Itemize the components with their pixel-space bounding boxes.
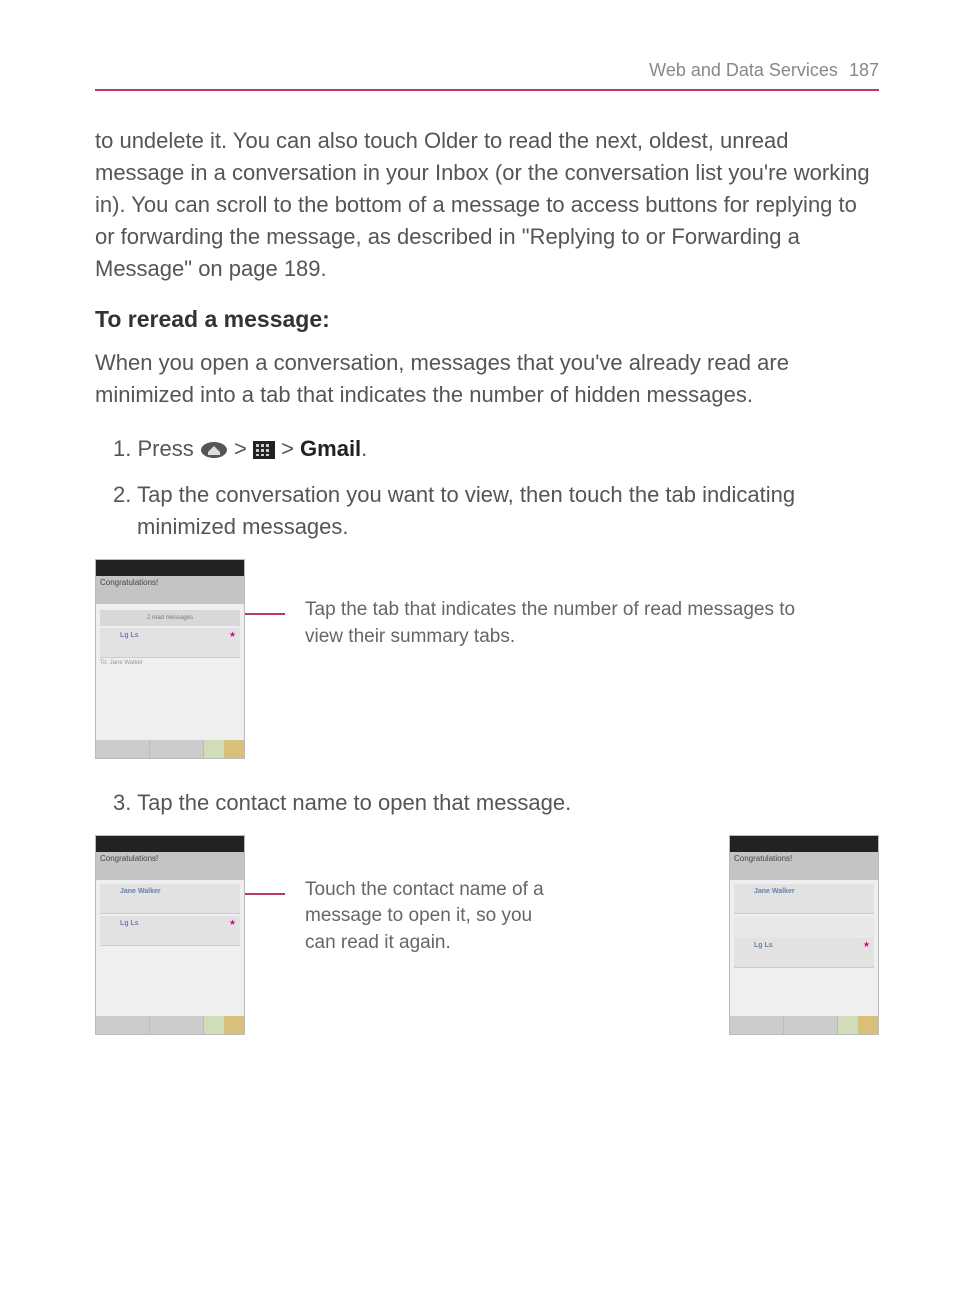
step-2-text: Tap the conversation you want to view, t…: [137, 482, 795, 539]
thumb-title-2: Congratulations!: [96, 852, 244, 880]
callout-2: Touch the contact name of a message to o…: [305, 877, 565, 957]
home-icon: [200, 441, 228, 459]
thumb-statusbar: [96, 560, 244, 576]
thumb-title-1: Congratulations!: [96, 576, 244, 604]
thumb-body-1: 2 read messages Lg Ls ★ To: Jane Walker: [96, 604, 244, 740]
thumb-opened-msg: [734, 916, 874, 938]
thumb-next-icon: [224, 1016, 244, 1034]
callout-connector-2: [245, 893, 285, 895]
step-1-sep2: >: [281, 436, 300, 461]
step-3-number: 3.: [113, 790, 131, 815]
step-1-period: .: [361, 436, 367, 461]
thumb-title-3: Congratulations!: [730, 852, 878, 880]
step-3-text: Tap the contact name to open that messag…: [137, 790, 571, 815]
thumb-contact-name: Jane Walker: [754, 888, 795, 895]
thumb-star-icon: ★: [229, 918, 236, 927]
thumb-toolbar-3: [730, 1016, 878, 1034]
thumb-msg-row: Lg Ls ★: [734, 938, 874, 968]
thumb-statusbar: [730, 836, 878, 852]
thumb-prev-icon: [838, 1016, 858, 1034]
steps-list-2: 3. Tap the contact name to open that mes…: [113, 787, 879, 819]
thumb-btn: [730, 1016, 784, 1034]
step-1-app: Gmail: [300, 436, 361, 461]
thumb-contact-row: Jane Walker: [100, 884, 240, 914]
thumb-statusbar: [96, 836, 244, 852]
sub-paragraph: When you open a conversation, messages t…: [95, 347, 879, 411]
thumb-btn: [784, 1016, 838, 1034]
screenshot-3: Congratulations! Jane Walker Lg Ls ★: [729, 835, 879, 1035]
thumb-body-2: Jane Walker Lg Ls ★: [96, 880, 244, 1016]
callout-connector-1: [245, 613, 285, 615]
thumb-msg-row: Lg Ls ★: [100, 916, 240, 946]
step-1: 1. Press > > Gmail.: [113, 433, 879, 465]
subheading: To reread a message:: [95, 306, 879, 333]
thumb-star-icon: ★: [863, 940, 870, 949]
figure-row-1: Congratulations! 2 read messages Lg Ls ★…: [95, 559, 879, 759]
thumb-next-icon: [224, 740, 244, 758]
step-3: 3. Tap the contact name to open that mes…: [113, 787, 879, 819]
page-number: 187: [849, 60, 879, 80]
thumb-btn: [150, 1016, 204, 1034]
thumb-btn: [96, 1016, 150, 1034]
thumb-btn: [150, 740, 204, 758]
step-1-number: 1.: [113, 436, 131, 461]
thumb-to: To: Jane Walker: [100, 660, 240, 666]
thumb-contact-row: Jane Walker: [734, 884, 874, 914]
thumb-body-3: Jane Walker Lg Ls ★: [730, 880, 878, 1016]
thumb-sender: Lg Ls: [754, 942, 773, 949]
steps-list: 1. Press > > Gmail. 2. Tap the conversat…: [113, 433, 879, 543]
thumb-prev-icon: [204, 740, 224, 758]
thumb-contact-name: Jane Walker: [120, 888, 161, 895]
thumb-star-icon: ★: [229, 630, 236, 639]
thumb-toolbar-2: [96, 1016, 244, 1034]
thumb-btn: [96, 740, 150, 758]
thumb-next-icon: [858, 1016, 878, 1034]
step-1-prefix: Press: [137, 436, 199, 461]
thumb-sender: Lg Ls: [120, 920, 139, 927]
thumb-toolbar-1: [96, 740, 244, 758]
callout-1: Tap the tab that indicates the number of…: [305, 597, 825, 650]
thumb-sender: Lg Ls: [120, 632, 139, 639]
grid-icon: [253, 441, 275, 459]
page-header: Web and Data Services 187: [95, 60, 879, 91]
screenshot-2: Congratulations! Jane Walker Lg Ls ★: [95, 835, 245, 1035]
step-2-number: 2.: [113, 482, 131, 507]
step-1-sep1: >: [234, 436, 253, 461]
intro-paragraph: to undelete it. You can also touch Older…: [95, 125, 879, 284]
step-2: 2. Tap the conversation you want to view…: [113, 479, 879, 543]
screenshot-1: Congratulations! 2 read messages Lg Ls ★…: [95, 559, 245, 759]
thumb-prev-icon: [204, 1016, 224, 1034]
thumb-msg-row: Lg Ls ★: [100, 628, 240, 658]
read-messages-tab: 2 read messages: [100, 610, 240, 626]
header-title: Web and Data Services: [649, 60, 838, 80]
figure-row-2: Congratulations! Jane Walker Lg Ls ★ Tou…: [95, 835, 879, 1035]
